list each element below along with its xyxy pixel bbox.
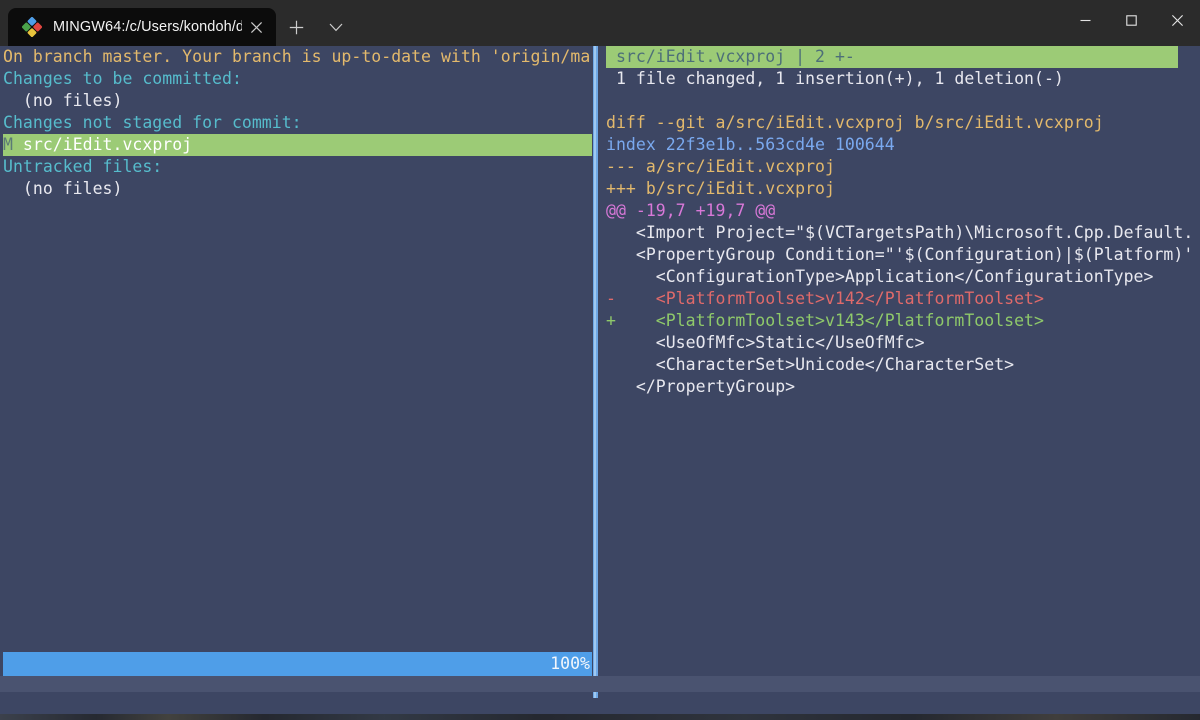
close-tab-icon[interactable]: [242, 13, 270, 41]
diff-line[interactable]: --- a/src/iEdit.vcxproj: [600, 156, 1200, 178]
status-line[interactable]: Untracked files:: [0, 156, 592, 178]
status-line[interactable]: Changes not staged for commit:: [0, 112, 592, 134]
diff-line-list: src/iEdit.vcxproj | 2 +- 1 file changed,…: [600, 46, 1200, 398]
status-line[interactable]: On branch master. Your branch is up-to-d…: [0, 46, 592, 68]
chevron-down-icon[interactable]: [316, 8, 356, 46]
new-tab-button[interactable]: [276, 8, 316, 46]
status-line[interactable]: (no files): [0, 90, 592, 112]
maximize-button[interactable]: [1108, 0, 1154, 40]
title-bar: MINGW64:/c/Users/kondoh/de: [0, 0, 1200, 46]
terminal-content: On branch master. Your branch is up-to-d…: [0, 46, 1200, 698]
diff-stat-header[interactable]: src/iEdit.vcxproj | 2 +-: [606, 46, 1178, 68]
selected-file-row[interactable]: M src/iEdit.vcxproj: [3, 134, 592, 156]
file-status-mark: M: [3, 135, 13, 154]
msys2-diamond-icon: [21, 16, 43, 38]
minimize-button[interactable]: [1062, 0, 1108, 40]
terminal-tab[interactable]: MINGW64:/c/Users/kondoh/de: [8, 8, 276, 46]
diff-line[interactable]: <UseOfMfc>Static</UseOfMfc>: [600, 332, 1200, 354]
status-line-list: On branch master. Your branch is up-to-d…: [0, 46, 592, 200]
status-bar-left: [status] Press u to stage 'src/iEdit.vcx…: [3, 652, 592, 676]
terminal-window: MINGW64:/c/Users/kondoh/de On branch mas…: [0, 0, 1200, 720]
window-controls: [1062, 0, 1200, 46]
status-bar-left-percent: 100%: [550, 654, 590, 673]
status-line[interactable]: (no files): [0, 178, 592, 200]
taskbar-blur: [0, 714, 1200, 720]
diff-line[interactable]: index 22f3e1b..563cd4e 100644: [600, 134, 1200, 156]
diff-line[interactable]: </PropertyGroup>: [600, 376, 1200, 398]
diff-line[interactable]: @@ -19,7 +19,7 @@: [600, 200, 1200, 222]
file-path-text: src/iEdit.vcxproj: [12, 135, 193, 154]
windows-taskbar-sliver[interactable]: [0, 714, 1200, 720]
diff-line[interactable]: - <PlatformToolset>v142</PlatformToolset…: [600, 288, 1200, 310]
diff-line[interactable]: diff --git a/src/iEdit.vcxproj b/src/iEd…: [600, 112, 1200, 134]
tab-strip: MINGW64:/c/Users/kondoh/de: [0, 0, 1062, 46]
status-line[interactable]: Changes to be committed:: [0, 68, 592, 90]
close-window-button[interactable]: [1154, 0, 1200, 40]
diff-line[interactable]: <CharacterSet>Unicode</CharacterSet>: [600, 354, 1200, 376]
pane-divider[interactable]: [592, 46, 600, 698]
terminal-bottom-filler: [0, 676, 1200, 692]
diff-line[interactable]: 1 file changed, 1 insertion(+), 1 deleti…: [600, 68, 1200, 90]
tig-stage-diff-view[interactable]: src/iEdit.vcxproj | 2 +- 1 file changed,…: [600, 46, 1200, 698]
diff-line[interactable]: [600, 90, 1200, 112]
status-line[interactable]: M src/iEdit.vcxproj: [0, 134, 592, 156]
tab-title: MINGW64:/c/Users/kondoh/de: [53, 19, 242, 35]
diff-line[interactable]: <PropertyGroup Condition="'$(Configurati…: [600, 244, 1200, 266]
tig-status-view[interactable]: On branch master. Your branch is up-to-d…: [0, 46, 592, 698]
diff-line[interactable]: <Import Project="$(VCTargetsPath)\Micros…: [600, 222, 1200, 244]
diff-line[interactable]: +++ b/src/iEdit.vcxproj: [600, 178, 1200, 200]
diff-line[interactable]: src/iEdit.vcxproj | 2 +-: [600, 46, 1200, 68]
diff-line[interactable]: <ConfigurationType>Application</Configur…: [600, 266, 1200, 288]
diff-line[interactable]: + <PlatformToolset>v143</PlatformToolset…: [600, 310, 1200, 332]
